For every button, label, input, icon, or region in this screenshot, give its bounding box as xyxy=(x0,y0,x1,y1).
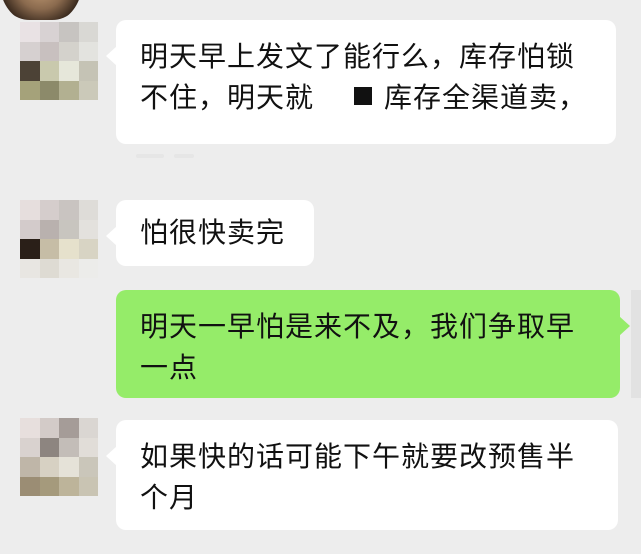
message-bubble-incoming[interactable]: 如果快的话可能下午就要改预售半 个月 xyxy=(106,420,618,530)
message-text-line: 不住，明天就 库存全渠道卖， xyxy=(140,77,592,118)
message-bubble-outgoing[interactable]: 明天一早怕是来不及，我们争取早 一点 xyxy=(116,290,630,398)
message-text-line: 明天一早怕是来不及，我们争取早 xyxy=(140,310,576,343)
avatar-self-partial[interactable] xyxy=(631,290,641,398)
avatar-top-partial[interactable] xyxy=(0,0,82,20)
redacted-text xyxy=(136,128,556,158)
avatar-contact[interactable] xyxy=(20,22,98,100)
redaction-square-icon xyxy=(354,87,373,105)
message-bubble-incoming[interactable]: 怕很快卖完 xyxy=(106,200,314,266)
message-text-line: 一点 xyxy=(140,351,199,384)
message-text-line: 如果快的话可能下午就要改预售半 xyxy=(140,440,576,473)
message-text-line: 个月 xyxy=(140,481,199,514)
message-text-line: 明天早上发文了能行么，库存怕锁 xyxy=(140,40,576,73)
message-text-fragment: 不住，明天就 xyxy=(140,81,315,114)
message-text-line: 怕很快卖完 xyxy=(140,216,286,249)
avatar-contact[interactable] xyxy=(20,200,98,278)
message-bubble-incoming[interactable]: 明天早上发文了能行么，库存怕锁 不住，明天就 库存全渠道卖， xyxy=(106,20,616,158)
avatar-contact[interactable] xyxy=(20,418,98,496)
message-text-fragment: 库存全渠道卖， xyxy=(384,81,588,114)
